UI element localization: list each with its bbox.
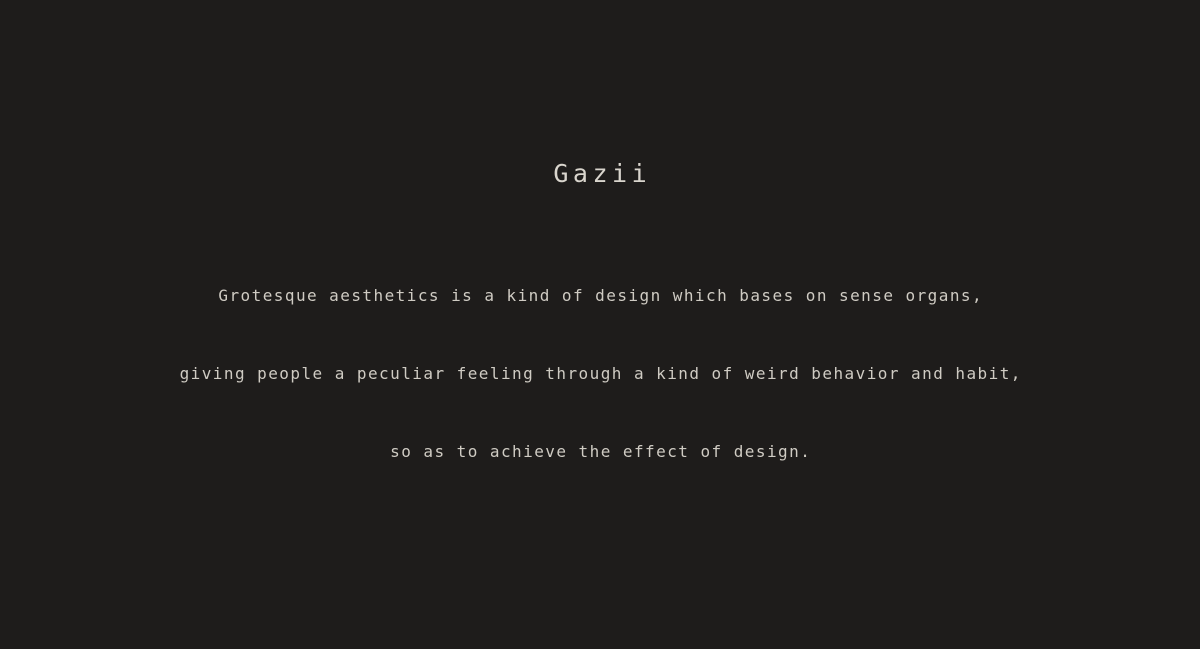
page-title: Gazii [553, 158, 652, 188]
title-container: Gazii [0, 141, 1200, 207]
description-line: Grotesque aesthetics is a kind of design… [218, 286, 984, 305]
description-line: so as to achieve the effect of design. [390, 442, 812, 461]
page-root: Gazii Grotesque aesthetics is a kind of … [0, 0, 1200, 649]
description-line: giving people a peculiar feeling through… [179, 364, 1022, 383]
description-container: Grotesque aesthetics is a kind of design… [0, 282, 1200, 466]
